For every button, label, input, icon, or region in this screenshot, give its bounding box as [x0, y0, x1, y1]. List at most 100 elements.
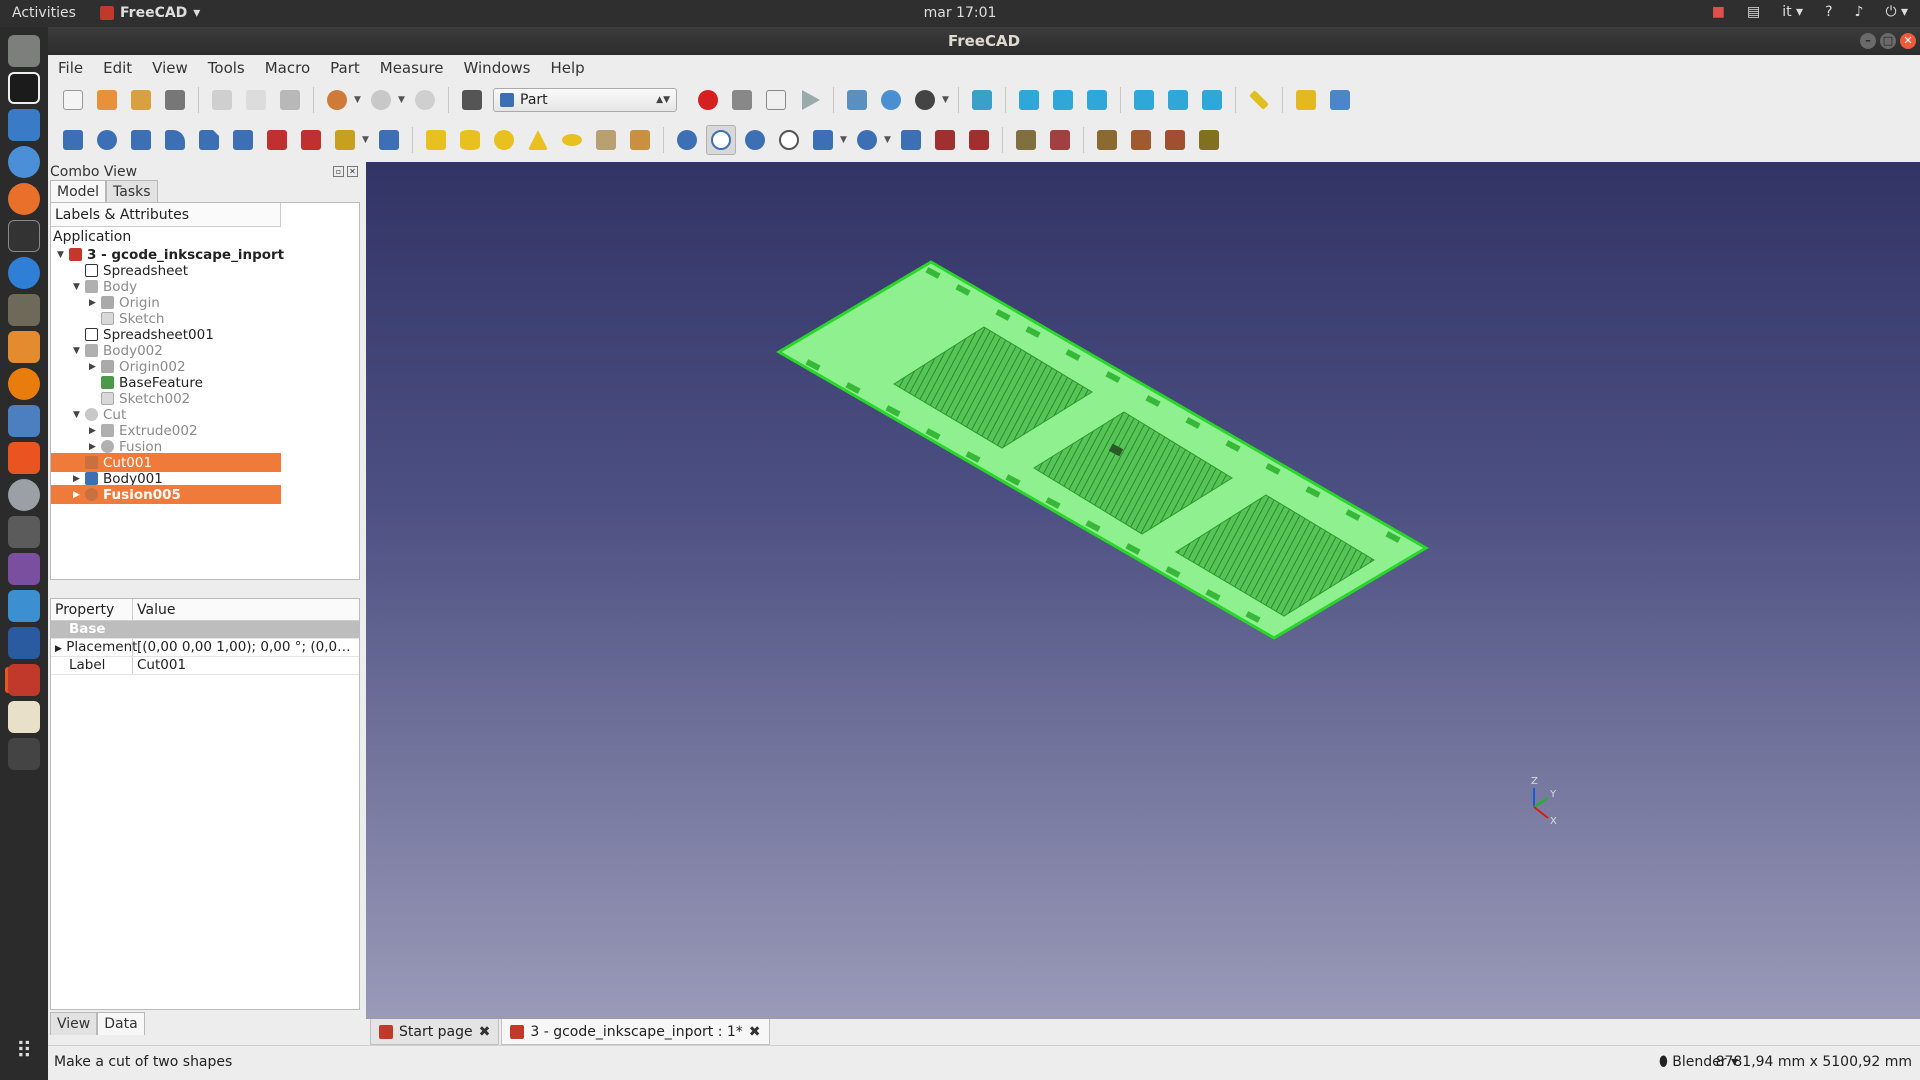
undo-button[interactable]: [322, 85, 352, 115]
clipboard-icon[interactable]: ▤: [1747, 4, 1760, 20]
ruled-surface-button[interactable]: [262, 125, 292, 155]
camera-icon[interactable]: [8, 516, 40, 548]
tab-start-page[interactable]: Start page ✖: [370, 1019, 500, 1045]
draw-icon[interactable]: [8, 331, 40, 363]
copy-button[interactable]: [241, 85, 271, 115]
cross-sections-button[interactable]: [964, 125, 994, 155]
virtualbox-icon[interactable]: [8, 627, 40, 659]
measure-linear-button[interactable]: [1092, 125, 1122, 155]
cylinder-button[interactable]: [455, 125, 485, 155]
menu-view[interactable]: View: [142, 59, 198, 77]
expanded-arrow-icon[interactable]: ▼: [57, 250, 69, 260]
measure-refresh-button[interactable]: [1160, 125, 1190, 155]
menu-part[interactable]: Part: [320, 59, 370, 77]
measure-angular-button[interactable]: [1126, 125, 1156, 155]
front-view-button[interactable]: [1014, 85, 1044, 115]
inkscape-icon[interactable]: [8, 72, 40, 104]
loft-button[interactable]: [296, 125, 326, 155]
minimize-icon[interactable]: –: [1860, 33, 1876, 49]
print-button[interactable]: [160, 85, 190, 115]
writer-icon[interactable]: [8, 109, 40, 141]
create-group-button[interactable]: [1325, 85, 1355, 115]
collapsed-arrow-icon[interactable]: ▶: [89, 362, 101, 372]
offset-dropdown-icon[interactable]: ▼: [362, 135, 372, 145]
tab-view[interactable]: View: [50, 1012, 98, 1035]
draw-style-dropdown-icon[interactable]: ▼: [942, 95, 952, 105]
create-part-button[interactable]: [1291, 85, 1321, 115]
volume-icon[interactable]: ♪: [1855, 4, 1864, 20]
gimp-icon[interactable]: [8, 294, 40, 326]
primitives-button[interactable]: [625, 125, 655, 155]
redo-dropdown-icon[interactable]: ▼: [398, 95, 408, 105]
scanner-icon[interactable]: [8, 405, 40, 437]
join-features-button[interactable]: [808, 125, 838, 155]
union-button[interactable]: [740, 125, 770, 155]
fit-all-button[interactable]: [842, 85, 872, 115]
video-editor-icon[interactable]: [8, 738, 40, 770]
tab-data[interactable]: Data: [97, 1012, 145, 1035]
tube-button[interactable]: [591, 125, 621, 155]
revolve-button[interactable]: [92, 125, 122, 155]
box-button[interactable]: [421, 125, 451, 155]
save-button[interactable]: [126, 85, 156, 115]
mirror-button[interactable]: [126, 125, 156, 155]
software-center-icon[interactable]: [8, 442, 40, 474]
help-icon[interactable]: ?: [1825, 4, 1832, 20]
rear-view-button[interactable]: [1129, 85, 1159, 115]
maximize-icon[interactable]: □: [1880, 33, 1896, 49]
clock[interactable]: mar 17:01: [0, 5, 1920, 21]
thickness-button[interactable]: [374, 125, 404, 155]
language-indicator[interactable]: it ▾: [1782, 4, 1803, 20]
run-macro-button[interactable]: [795, 85, 825, 115]
menu-tools[interactable]: Tools: [198, 59, 255, 77]
property-value[interactable]: [(0,00 0,00 1,00); 0,00 °; (0,00 mm 0,00…: [133, 639, 359, 656]
menu-help[interactable]: Help: [540, 59, 594, 77]
collapsed-arrow-icon[interactable]: ▶: [73, 474, 85, 484]
fit-selection-button[interactable]: [876, 85, 906, 115]
open-button[interactable]: [92, 85, 122, 115]
right-view-button[interactable]: [1082, 85, 1112, 115]
undo-dropdown-icon[interactable]: ▼: [354, 95, 364, 105]
property-row-placement[interactable]: ▶ Placement [(0,00 0,00 1,00); 0,00 °; (…: [51, 639, 359, 657]
edit-macro-button[interactable]: [761, 85, 791, 115]
tree-item-fusion005[interactable]: ▶ Fusion005: [51, 485, 281, 504]
terminal-icon[interactable]: [8, 220, 40, 252]
collapsed-arrow-icon[interactable]: ▶: [89, 442, 101, 452]
defeaturing-button[interactable]: [1045, 125, 1075, 155]
monitor-icon[interactable]: [8, 553, 40, 585]
menu-windows[interactable]: Windows: [454, 59, 541, 77]
tab-tasks[interactable]: Tasks: [106, 180, 158, 203]
blender-icon[interactable]: [8, 368, 40, 400]
tab-model[interactable]: Model: [50, 180, 107, 203]
remote-icon[interactable]: [8, 590, 40, 622]
collapsed-arrow-icon[interactable]: ▶: [89, 298, 101, 308]
draw-style-button[interactable]: [910, 85, 940, 115]
property-value[interactable]: Cut001: [133, 657, 359, 674]
intersection-button[interactable]: [774, 125, 804, 155]
close-icon[interactable]: ✕: [1900, 33, 1916, 49]
sphere-button[interactable]: [489, 125, 519, 155]
files-icon[interactable]: [8, 35, 40, 67]
record-macro-button[interactable]: [693, 85, 723, 115]
menu-edit[interactable]: Edit: [93, 59, 142, 77]
paste-button[interactable]: [275, 85, 305, 115]
undock-icon[interactable]: ▫: [333, 166, 344, 177]
split-button[interactable]: [852, 125, 882, 155]
expanded-arrow-icon[interactable]: ▼: [73, 410, 85, 420]
3d-viewport[interactable]: Z Y X: [366, 162, 1920, 1019]
redo-button[interactable]: [366, 85, 396, 115]
property-group-base[interactable]: Base: [51, 621, 359, 639]
join-dropdown-icon[interactable]: ▼: [840, 135, 850, 145]
cut-shapes-button[interactable]: [706, 125, 736, 155]
measure-clear-button[interactable]: [1194, 125, 1224, 155]
check-geometry-button[interactable]: [1011, 125, 1041, 155]
left-view-button[interactable]: [1197, 85, 1227, 115]
menu-measure[interactable]: Measure: [370, 59, 454, 77]
property-row-label[interactable]: Label Cut001: [51, 657, 359, 675]
split-dropdown-icon[interactable]: ▼: [884, 135, 894, 145]
fillet-button[interactable]: [160, 125, 190, 155]
refresh-button[interactable]: [410, 85, 440, 115]
new-document-button[interactable]: [58, 85, 88, 115]
measure-distance-button[interactable]: [1244, 85, 1274, 115]
close-tab-icon[interactable]: ✖: [749, 1024, 761, 1040]
